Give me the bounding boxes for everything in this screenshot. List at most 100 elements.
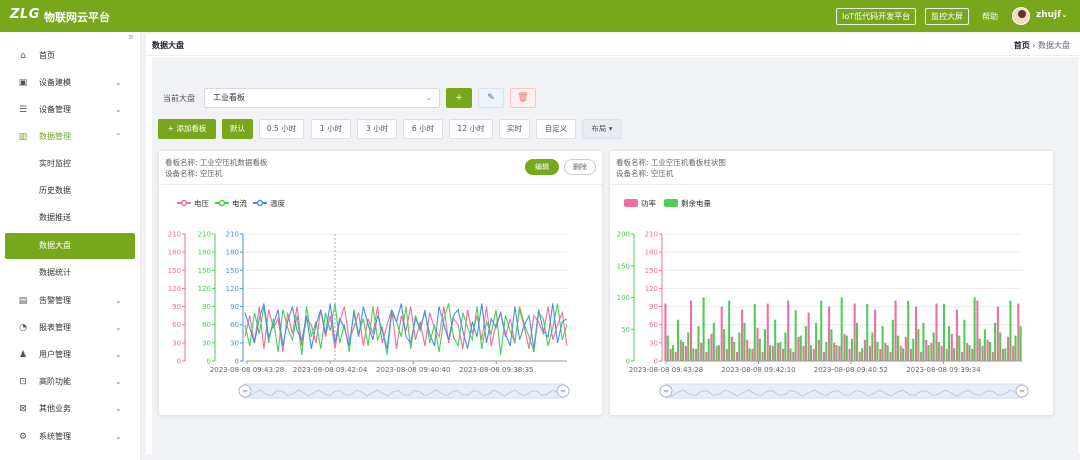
sidebar-subitem-dashboard[interactable]: 数据大盘 xyxy=(5,233,135,259)
bar xyxy=(774,319,777,361)
edit-board-button[interactable]: ✎ xyxy=(478,88,504,108)
y-tick-label: 0 xyxy=(654,358,658,366)
sidebar-item-device-modeling[interactable]: ▣ 设备建模 ⌄ xyxy=(0,70,141,96)
bar xyxy=(917,329,920,361)
device-icon: ☰ xyxy=(18,105,28,115)
sidebar-item-system[interactable]: ⚙ 系统管理 ⌄ xyxy=(0,424,141,450)
range-6h-button[interactable]: 6 小时 xyxy=(403,119,443,139)
bar xyxy=(945,348,948,361)
avatar[interactable] xyxy=(1012,7,1030,25)
bar xyxy=(850,338,853,361)
sidebar-item-reports[interactable]: ◔ 报表管理 ⌄ xyxy=(0,315,141,341)
y-tick-label: 90 xyxy=(172,303,181,311)
bar xyxy=(697,326,700,361)
bar xyxy=(792,351,795,361)
bar xyxy=(710,333,713,361)
bar xyxy=(687,332,690,361)
panel-header: 看板名称: 工业空压机看板柱状图 设备名称: 空压机 xyxy=(610,151,1053,185)
bar xyxy=(940,345,943,361)
bar xyxy=(902,348,905,361)
bar xyxy=(789,348,792,361)
bar xyxy=(953,348,956,361)
bar xyxy=(753,303,756,361)
sidebar-item-users[interactable]: ♟ 用户管理 ⌄ xyxy=(0,342,141,368)
bar xyxy=(978,338,981,361)
line-chart[interactable]: 电压 电流 温度 0 30 60 90 120 150 180 210 0 30 60 90 120 150 18… xyxy=(159,186,602,416)
range-custom-button[interactable]: 自定义 xyxy=(536,119,576,139)
range-realtime-button[interactable]: 实时 xyxy=(499,119,530,139)
sidebar-subitem-push[interactable]: 数据推送 xyxy=(0,205,141,231)
breadcrumb-home[interactable]: 首页 xyxy=(1014,41,1030,50)
bar xyxy=(991,351,994,361)
y-tick-label: 0 xyxy=(235,358,239,366)
bar xyxy=(771,345,774,361)
bar xyxy=(981,345,984,361)
bar xyxy=(715,345,718,361)
bar xyxy=(769,345,772,362)
sidebar-item-other[interactable]: ⊠ 其他业务 ⌄ xyxy=(0,396,141,422)
delete-panel-button[interactable]: 删除 xyxy=(564,159,596,175)
sidebar-subitem-realtime[interactable]: 实时监控 xyxy=(0,151,141,177)
sidebar-item-alerts[interactable]: ▤ 告警管理 ⌄ xyxy=(0,288,141,314)
bar xyxy=(666,335,669,361)
range-12h-button[interactable]: 12 小时 xyxy=(449,119,493,139)
edit-panel-button[interactable]: 编辑 xyxy=(525,159,559,175)
sidebar-subitem-label: 数据推送 xyxy=(39,213,71,222)
sidebar-subitem-history[interactable]: 历史数据 xyxy=(0,178,141,204)
y-tick-label: 90 xyxy=(649,303,658,311)
bar xyxy=(728,300,731,361)
bar xyxy=(828,306,831,361)
sidebar-item-home[interactable]: ⌂ 首页 xyxy=(0,43,141,69)
username[interactable]: zhujf xyxy=(1036,10,1061,20)
sidebar-item-device-management[interactable]: ☰ 设备管理 ⌄ xyxy=(0,97,141,123)
page-header: 数据大盘 首页 › 数据大盘 xyxy=(146,34,1080,56)
chevron-up-icon: ⌃ xyxy=(115,132,122,141)
board-select[interactable]: 工业看板 ⌄ xyxy=(204,88,440,108)
user-icon: ♟ xyxy=(18,350,28,360)
bar xyxy=(720,306,723,361)
y-tick-label: 210 xyxy=(198,231,211,239)
sidebar-item-data-management[interactable]: ▥ 数据管理 ⌃ xyxy=(0,124,141,150)
x-tick-label: 2023-08-08 09:40:52 xyxy=(814,366,888,374)
top-bar: ZLG 物联网云平台 IoT低代码开发平台 监控大屏 帮助 zhujf ⌄ xyxy=(0,0,1080,32)
bar xyxy=(973,297,976,361)
chevron-down-icon[interactable]: ⌄ xyxy=(1061,10,1068,19)
device-name-label: 设备名称: xyxy=(616,169,649,178)
range-3h-button[interactable]: 3 小时 xyxy=(357,119,397,139)
iot-lowcode-button[interactable]: IoT低代码开发平台 xyxy=(836,8,917,25)
bar xyxy=(671,345,674,362)
bar xyxy=(1001,348,1004,361)
bar xyxy=(779,341,782,361)
range-default-button[interactable]: 默认 xyxy=(222,119,253,139)
report-icon: ◔ xyxy=(19,323,27,333)
add-panel-button[interactable]: + 添加看板 xyxy=(158,119,216,139)
bar xyxy=(848,348,851,361)
sidebar-subitem-statistics[interactable]: 数据统计 xyxy=(0,260,141,286)
zoom-slider-track xyxy=(665,383,1023,399)
sidebar-subitem-label: 历史数据 xyxy=(39,186,71,195)
y-tick-label: 50 xyxy=(621,326,630,334)
bar-chart[interactable]: 功率 剩余电量 0 50 100 150 200 0 30 60 90 120 150 180 210 202… xyxy=(610,186,1053,416)
legend-label: 功率 xyxy=(641,198,656,208)
bar xyxy=(738,332,741,361)
current-board-label: 当前大盘 xyxy=(163,94,195,103)
bar xyxy=(787,300,790,361)
sidebar-subitem-label: 数据大盘 xyxy=(39,241,71,250)
y-tick-label: 210 xyxy=(645,231,658,239)
collapse-menu-icon[interactable]: ≡ xyxy=(128,33,134,41)
bar xyxy=(676,319,680,361)
bar xyxy=(983,329,986,361)
range-1h-button[interactable]: 1 小时 xyxy=(311,119,351,139)
range-half-hour-button[interactable]: 0.5 小时 xyxy=(259,119,304,139)
sidebar-item-advanced[interactable]: ⊡ 高阶功能 ⌄ xyxy=(0,369,141,395)
bar xyxy=(955,309,958,361)
delete-board-button[interactable]: 🗑 xyxy=(510,88,536,108)
zlg-logo[interactable]: ZLG xyxy=(10,7,40,22)
help-link[interactable]: 帮助 xyxy=(982,11,998,22)
sidebar-item-label: 数据管理 xyxy=(39,132,71,141)
layout-dropdown-button[interactable]: 布局 ▾ xyxy=(582,119,622,139)
y-tick-label: 200 xyxy=(617,231,630,239)
chevron-down-icon: ⌄ xyxy=(425,93,432,102)
monitor-screen-button[interactable]: 监控大屏 xyxy=(925,8,969,25)
add-board-icon-button[interactable]: + xyxy=(446,88,472,108)
